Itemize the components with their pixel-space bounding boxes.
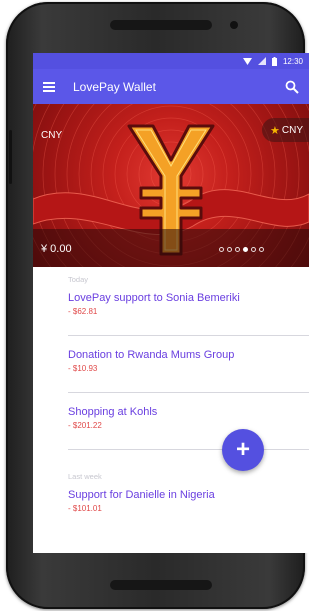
- list-item[interactable]: Support for Danielle in Nigeria - $101.0…: [68, 489, 294, 513]
- divider: [68, 449, 309, 450]
- list-item[interactable]: LovePay support to Sonia Bemeriki - $62.…: [68, 292, 294, 316]
- card-pager: [219, 247, 264, 252]
- search-icon[interactable]: [285, 80, 299, 94]
- status-bar: 12:30: [33, 53, 309, 69]
- battery-icon: [271, 56, 277, 66]
- favorite-currency-label: CNY: [281, 124, 303, 136]
- bottom-speaker: [110, 580, 212, 590]
- transaction-title: Support for Danielle in Nigeria: [68, 489, 215, 501]
- transaction-title: Donation to Rwanda Mums Group: [68, 349, 235, 361]
- transaction-amount: - $201.22: [68, 421, 102, 430]
- status-time: 12:30: [282, 56, 303, 66]
- plus-icon: +: [235, 436, 250, 463]
- card-footer: [33, 229, 309, 267]
- app-title: LovePay Wallet: [73, 79, 156, 94]
- pager-dot[interactable]: [243, 247, 248, 252]
- earpiece-speaker: [110, 20, 212, 30]
- balance-amount: ¥ 0.00: [41, 243, 72, 255]
- transaction-title: LovePay support to Sonia Bemeriki: [68, 292, 240, 304]
- app-bar: LovePay Wallet: [33, 69, 309, 104]
- section-header-today: Today: [68, 275, 89, 284]
- pager-dot[interactable]: [219, 247, 224, 252]
- add-button[interactable]: +: [222, 429, 264, 471]
- pager-dot[interactable]: [227, 247, 232, 252]
- signal-icon: [257, 57, 266, 65]
- menu-icon[interactable]: [43, 81, 55, 92]
- pager-dot[interactable]: [259, 247, 264, 252]
- star-icon: ★: [270, 124, 280, 137]
- divider: [68, 335, 309, 336]
- currency-card[interactable]: CNY ★ CNY ¥ 0.00: [33, 104, 309, 267]
- divider: [68, 392, 309, 393]
- pager-dot[interactable]: [251, 247, 256, 252]
- list-item[interactable]: Shopping at Kohls - $201.22: [68, 406, 294, 430]
- favorite-currency-button[interactable]: ★ CNY: [262, 118, 309, 142]
- front-camera: [230, 21, 238, 29]
- pager-dot[interactable]: [235, 247, 240, 252]
- app-screen: 12:30 LovePay Wallet CNY ★ CNY ¥ 0.00 To…: [33, 53, 309, 553]
- wifi-icon: [242, 58, 252, 65]
- transaction-list: Today LovePay support to Sonia Bemeriki …: [33, 267, 309, 553]
- transaction-title: Shopping at Kohls: [68, 406, 158, 418]
- side-button: [9, 130, 12, 184]
- list-item[interactable]: Donation to Rwanda Mums Group - $10.93: [68, 349, 294, 373]
- currency-code: CNY: [41, 130, 63, 141]
- transaction-amount: - $62.81: [68, 307, 98, 316]
- transaction-amount: - $101.01: [68, 504, 102, 513]
- section-header-last-week: Last week: [68, 472, 102, 481]
- transaction-amount: - $10.93: [68, 364, 98, 373]
